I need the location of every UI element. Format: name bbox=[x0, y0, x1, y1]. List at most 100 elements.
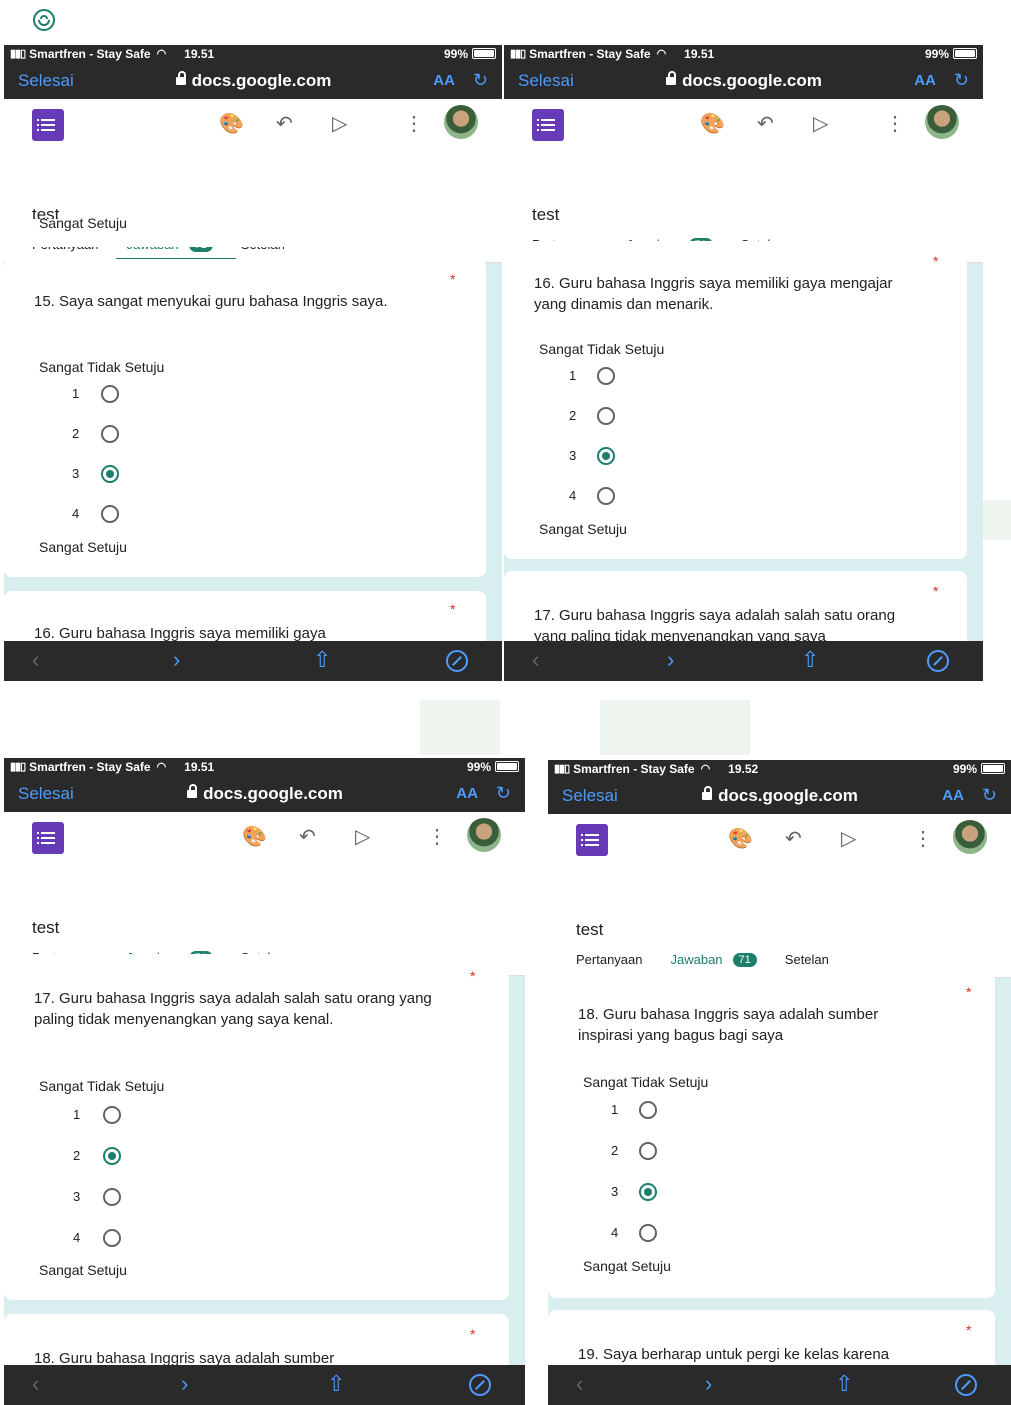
share-icon[interactable]: ⇧ bbox=[801, 647, 819, 673]
undo-icon[interactable]: ↶ bbox=[757, 111, 774, 136]
forward-icon[interactable]: › bbox=[667, 647, 674, 673]
done-button[interactable]: Selesai bbox=[18, 71, 74, 91]
required-asterisk: * bbox=[933, 253, 939, 269]
signal-icon: ▮▮▯ bbox=[10, 761, 26, 773]
more-vert-icon[interactable]: ⋮ bbox=[885, 111, 905, 136]
share-icon[interactable]: ⇧ bbox=[835, 1371, 853, 1397]
reload-icon[interactable]: ↻ bbox=[473, 70, 488, 91]
radio-option-2[interactable] bbox=[101, 425, 119, 443]
avatar[interactable] bbox=[444, 105, 478, 139]
status-bar: ▮▮▯ Smartfren - Stay Safe ◠ 19.51 99% bbox=[504, 45, 983, 62]
radio-option-2[interactable] bbox=[597, 407, 615, 425]
radio-option-3[interactable] bbox=[597, 447, 615, 465]
option-number: 4 bbox=[72, 506, 80, 521]
scale-high-label: Sangat Setuju bbox=[539, 521, 627, 537]
text-size-button[interactable]: AA bbox=[942, 787, 964, 804]
radio-option-3[interactable] bbox=[103, 1188, 121, 1206]
avatar[interactable] bbox=[925, 105, 959, 139]
back-icon[interactable]: ‹ bbox=[32, 647, 39, 673]
undo-icon[interactable]: ↶ bbox=[276, 111, 293, 136]
radio-option-1[interactable] bbox=[639, 1101, 657, 1119]
send-icon[interactable]: ▷ bbox=[841, 826, 856, 851]
radio-option-4[interactable] bbox=[597, 487, 615, 505]
share-icon[interactable]: ⇧ bbox=[313, 647, 331, 673]
send-icon[interactable]: ▷ bbox=[332, 111, 347, 136]
palette-icon[interactable]: 🎨 bbox=[700, 111, 725, 136]
lock-icon bbox=[666, 70, 677, 85]
watermark-shape bbox=[600, 700, 750, 755]
address-field[interactable]: docs.google.com bbox=[74, 783, 456, 804]
tab-questions[interactable]: Pertanyaan bbox=[576, 952, 643, 967]
radio-option-3[interactable] bbox=[639, 1183, 657, 1201]
radio-option-2[interactable] bbox=[639, 1142, 657, 1160]
address-field[interactable]: docs.google.com bbox=[618, 785, 942, 806]
watermark-shape bbox=[420, 700, 500, 755]
scale-low-label: Sangat Tidak Setuju bbox=[39, 1078, 165, 1094]
more-vert-icon[interactable]: ⋮ bbox=[404, 111, 424, 136]
google-forms-icon[interactable] bbox=[32, 109, 64, 141]
radio-option-4[interactable] bbox=[103, 1229, 121, 1247]
battery-percent: 99% bbox=[952, 761, 977, 776]
more-vert-icon[interactable]: ⋮ bbox=[427, 824, 447, 849]
compass-icon[interactable] bbox=[446, 650, 468, 672]
address-field[interactable]: docs.google.com bbox=[74, 70, 433, 91]
radio-option-1[interactable] bbox=[103, 1106, 121, 1124]
phone-screenshot-2: ▮▮▯ Smartfren - Stay Safe ◠ 19.51 99% Se… bbox=[504, 45, 983, 681]
clock: 19.52 bbox=[728, 761, 759, 776]
google-forms-icon[interactable] bbox=[32, 822, 64, 854]
radio-option-1[interactable] bbox=[597, 367, 615, 385]
reload-icon[interactable]: ↻ bbox=[496, 783, 511, 804]
question-text: 17. Guru bahasa Inggris saya adalah sala… bbox=[34, 990, 432, 1028]
palette-icon[interactable]: 🎨 bbox=[219, 111, 244, 136]
compass-icon[interactable] bbox=[927, 650, 949, 672]
undo-icon[interactable]: ↶ bbox=[299, 824, 316, 849]
back-icon[interactable]: ‹ bbox=[576, 1371, 583, 1397]
google-forms-icon[interactable] bbox=[576, 824, 608, 856]
reload-icon[interactable]: ↻ bbox=[954, 70, 969, 91]
radio-option-4[interactable] bbox=[639, 1224, 657, 1242]
google-forms-icon[interactable] bbox=[532, 109, 564, 141]
url-text: docs.google.com bbox=[682, 70, 822, 90]
palette-icon[interactable]: 🎨 bbox=[242, 824, 267, 849]
radio-option-1[interactable] bbox=[101, 385, 119, 403]
share-icon[interactable]: ⇧ bbox=[327, 1371, 345, 1397]
lock-icon bbox=[702, 785, 713, 800]
back-icon[interactable]: ‹ bbox=[32, 1371, 39, 1397]
more-vert-icon[interactable]: ⋮ bbox=[913, 826, 933, 851]
done-button[interactable]: Selesai bbox=[562, 786, 618, 806]
wifi-icon: ◠ bbox=[156, 48, 167, 60]
compass-icon[interactable] bbox=[955, 1374, 977, 1396]
forward-icon[interactable]: › bbox=[181, 1371, 188, 1397]
radio-option-4[interactable] bbox=[101, 505, 119, 523]
send-icon[interactable]: ▷ bbox=[355, 824, 370, 849]
undo-icon[interactable]: ↶ bbox=[785, 826, 802, 851]
send-icon[interactable]: ▷ bbox=[813, 111, 828, 136]
avatar[interactable] bbox=[467, 818, 501, 852]
radio-option-2[interactable] bbox=[103, 1147, 121, 1165]
tab-settings[interactable]: Setelan bbox=[785, 952, 829, 967]
forward-icon[interactable]: › bbox=[173, 647, 180, 673]
browser-url-bar: Selesai docs.google.com AA ↻ bbox=[4, 775, 525, 812]
browser-toolbar: ‹ › ⇧ bbox=[4, 1365, 525, 1405]
palette-icon[interactable]: 🎨 bbox=[728, 826, 753, 851]
signal-icon: ▮▮▯ bbox=[510, 48, 526, 60]
required-asterisk: * bbox=[966, 984, 972, 1000]
done-button[interactable]: Selesai bbox=[518, 71, 574, 91]
scale-low-label: Sangat Tidak Setuju bbox=[539, 341, 665, 357]
address-field[interactable]: docs.google.com bbox=[574, 70, 914, 91]
done-button[interactable]: Selesai bbox=[18, 784, 74, 804]
compass-icon[interactable] bbox=[469, 1374, 491, 1396]
forward-icon[interactable]: › bbox=[705, 1371, 712, 1397]
required-asterisk: * bbox=[966, 1322, 972, 1338]
text-size-button[interactable]: AA bbox=[914, 72, 936, 89]
back-icon[interactable]: ‹ bbox=[532, 647, 539, 673]
battery-icon bbox=[981, 763, 1005, 774]
wifi-icon: ◠ bbox=[156, 761, 167, 773]
text-size-button[interactable]: AA bbox=[433, 72, 455, 89]
tab-responses[interactable]: Jawaban 71 bbox=[671, 952, 757, 967]
reload-icon[interactable]: ↻ bbox=[982, 785, 997, 806]
radio-option-3[interactable] bbox=[101, 465, 119, 483]
text-size-button[interactable]: AA bbox=[456, 785, 478, 802]
option-number: 1 bbox=[611, 1102, 619, 1117]
avatar[interactable] bbox=[953, 820, 987, 854]
